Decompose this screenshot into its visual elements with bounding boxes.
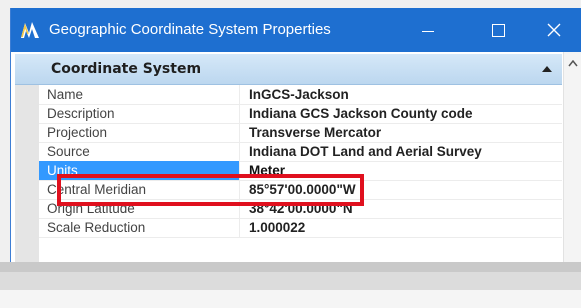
scroll-up-arrow-icon[interactable] (568, 60, 578, 67)
close-icon (547, 23, 561, 37)
property-name: Description (39, 104, 240, 123)
vertical-scrollbar[interactable] (563, 52, 581, 270)
property-value: 38°42'00.0000"N (249, 201, 353, 216)
title-bar[interactable]: Geographic Coordinate System Properties (11, 8, 581, 52)
coordinate-system-section-header[interactable]: Coordinate System (15, 54, 562, 85)
property-name: Origin Latitude (39, 199, 240, 218)
property-name: Central Meridian (39, 180, 240, 199)
property-row-scale-reduction[interactable]: Scale Reduction 1.000022 (39, 218, 562, 238)
property-name: Units (39, 161, 240, 180)
grid-gutter (15, 85, 39, 270)
properties-window: Geographic Coordinate System Properties … (10, 8, 581, 270)
properties-panel: Coordinate System Name InGCS-Jackson Des… (11, 52, 581, 270)
maximize-button[interactable] (475, 8, 521, 52)
property-name: Name (39, 85, 240, 104)
property-name: Projection (39, 123, 240, 142)
property-row-units[interactable]: Units Meter (39, 161, 562, 181)
property-row-origin-latitude[interactable]: Origin Latitude 38°42'00.0000"N (39, 199, 562, 219)
property-grid: Name InGCS-Jackson Description Indiana G… (15, 85, 562, 270)
property-row-name[interactable]: Name InGCS-Jackson (39, 85, 562, 105)
property-row-description[interactable]: Description Indiana GCS Jackson County c… (39, 104, 562, 124)
maximize-icon (491, 23, 505, 37)
property-value: Meter (249, 163, 286, 178)
window-title: Geographic Coordinate System Properties (49, 21, 331, 38)
property-value: Indiana GCS Jackson County code (249, 106, 473, 121)
section-title: Coordinate System (51, 61, 202, 77)
property-value: Indiana DOT Land and Aerial Survey (249, 144, 482, 159)
property-row-source[interactable]: Source Indiana DOT Land and Aerial Surve… (39, 142, 562, 162)
microstation-icon (19, 19, 41, 41)
property-value: Transverse Mercator (249, 125, 382, 140)
property-value: InGCS-Jackson (249, 87, 349, 102)
chevron-up-icon[interactable] (542, 65, 552, 73)
close-button[interactable] (531, 8, 577, 52)
bottom-fade (0, 262, 581, 308)
property-value: 85°57'00.0000"W (249, 182, 356, 197)
minimize-icon (422, 30, 434, 32)
property-name: Scale Reduction (39, 218, 240, 237)
property-row-central-meridian[interactable]: Central Meridian 85°57'00.0000"W (39, 180, 562, 200)
property-name: Source (39, 142, 240, 161)
property-row-projection[interactable]: Projection Transverse Mercator (39, 123, 562, 143)
minimize-button[interactable] (405, 8, 451, 52)
property-value: 1.000022 (249, 220, 306, 235)
